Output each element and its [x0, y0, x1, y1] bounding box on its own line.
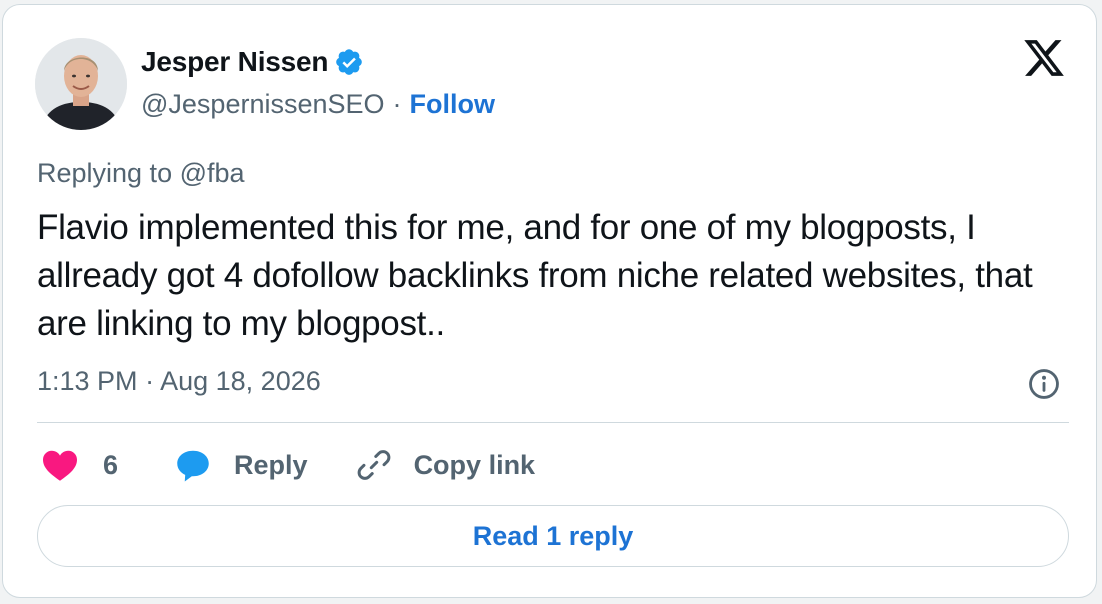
- author-handle-row: @JespernissenSEO · Follow: [141, 87, 495, 121]
- reply-button[interactable]: Reply: [174, 447, 308, 483]
- tweet-time: 1:13 PM: [37, 366, 138, 396]
- verified-badge-icon: [336, 49, 363, 75]
- avatar[interactable]: [35, 38, 127, 130]
- avatar-photo: [35, 38, 127, 130]
- replying-to: Replying to @fba: [37, 158, 245, 188]
- follow-button[interactable]: Follow: [410, 89, 495, 120]
- tweet-date: Aug 18, 2026: [160, 366, 321, 396]
- tweet-card: Jesper Nissen @JespernissenSEO · Follow …: [2, 4, 1097, 598]
- author-handle[interactable]: @JespernissenSEO: [141, 89, 385, 120]
- heart-icon: [43, 450, 77, 481]
- author-name-row: Jesper Nissen: [141, 45, 364, 79]
- tweet-timestamp[interactable]: 1:13 PM · Aug 18, 2026: [37, 366, 321, 397]
- info-icon[interactable]: [1027, 367, 1061, 401]
- x-logo-icon[interactable]: [1021, 36, 1067, 80]
- like-count: 6: [103, 449, 119, 480]
- action-bar: 6 Reply Copy link: [41, 445, 535, 485]
- copy-link-label: Copy link: [413, 449, 536, 480]
- author-name[interactable]: Jesper Nissen: [141, 46, 328, 78]
- link-icon: [357, 450, 390, 480]
- speech-bubble-icon: [177, 450, 209, 482]
- handle-separator: ·: [392, 88, 402, 119]
- read-replies-button[interactable]: Read 1 reply: [37, 505, 1069, 567]
- tweet-text: Flavio implemented this for me, and for …: [37, 208, 1033, 343]
- like-button[interactable]: 6: [41, 448, 118, 482]
- copy-link-button[interactable]: Copy link: [356, 447, 536, 483]
- timestamp-separator: ·: [145, 366, 155, 396]
- divider: [37, 422, 1069, 423]
- read-replies-label: Read 1 reply: [472, 520, 634, 551]
- reply-label: Reply: [234, 449, 308, 480]
